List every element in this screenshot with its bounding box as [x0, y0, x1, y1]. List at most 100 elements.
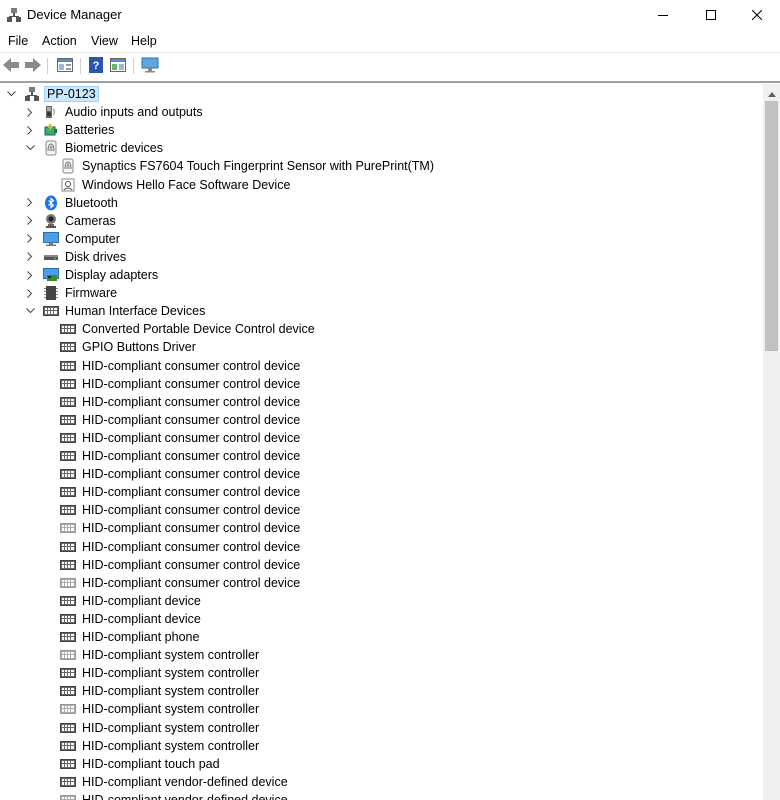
tree-device[interactable]: HID-compliant vendor-defined device — [60, 773, 290, 791]
properties-button[interactable] — [55, 56, 75, 76]
help-button[interactable]: ? — [86, 56, 106, 76]
back-button[interactable] — [1, 56, 21, 76]
hid-icon — [60, 557, 76, 573]
scroll-up-button[interactable] — [763, 84, 780, 101]
chevron-right-icon[interactable] — [23, 194, 37, 212]
show-hidden-button[interactable] — [108, 56, 128, 76]
tree-device[interactable]: HID-compliant device — [60, 592, 203, 610]
fingerprint-icon — [60, 158, 76, 174]
tree-device[interactable]: HID-compliant touch pad — [60, 755, 222, 773]
tree-device[interactable]: Converted Portable Device Control device — [60, 320, 317, 338]
tree-device[interactable]: HID-compliant consumer control device — [60, 447, 302, 465]
tree-root[interactable]: PP-0123 — [4, 85, 99, 103]
tree-category[interactable]: Bluetooth — [23, 194, 120, 212]
tree-device[interactable]: HID-compliant consumer control device — [60, 519, 302, 537]
minimize-button[interactable] — [640, 0, 686, 30]
chevron-right-icon[interactable] — [23, 284, 37, 302]
properties-icon — [57, 57, 73, 75]
tree-category[interactable]: Audio inputs and outputs — [23, 103, 205, 121]
toolbar-separator — [80, 58, 81, 74]
tree-item-label: Converted Portable Device Control device — [82, 322, 315, 337]
tree-device[interactable]: HID-compliant system controller — [60, 664, 261, 682]
hid-icon — [43, 303, 59, 319]
menu-action[interactable]: Action — [42, 34, 77, 48]
hid-disabled-icon — [60, 701, 76, 717]
hid-icon — [60, 466, 76, 482]
tree-device[interactable]: HID-compliant consumer control device — [60, 556, 302, 574]
chevron-right-icon[interactable] — [23, 266, 37, 284]
tree-device[interactable]: HID-compliant consumer control device — [60, 393, 302, 411]
chevron-right-icon[interactable] — [23, 230, 37, 248]
hid-icon — [60, 665, 76, 681]
scroll-thumb[interactable] — [765, 101, 778, 351]
menu-bar: File Action View Help — [0, 31, 780, 53]
tree-device[interactable]: HID-compliant system controller — [60, 646, 261, 664]
menu-file[interactable]: File — [8, 34, 28, 48]
chevron-right-icon[interactable] — [23, 248, 37, 266]
tree-category[interactable]: Firmware — [23, 284, 119, 302]
menu-help[interactable]: Help — [131, 34, 157, 48]
tree-device[interactable]: GPIO Buttons Driver — [60, 338, 198, 356]
tree-item-label: HID-compliant vendor-defined device — [82, 774, 288, 789]
hid-icon — [60, 593, 76, 609]
tree-item-label: HID-compliant consumer control device — [82, 412, 301, 427]
help-icon: ? — [89, 56, 103, 76]
tree-device[interactable]: HID-compliant system controller — [60, 719, 261, 737]
tree-border — [0, 81, 780, 83]
chevron-down-icon[interactable] — [23, 139, 37, 157]
tree-category[interactable]: Computer — [23, 230, 122, 248]
tree-item-label: Biometric devices — [65, 141, 163, 156]
tree-category[interactable]: Display adapters — [23, 266, 160, 284]
tree-category[interactable]: Cameras — [23, 212, 118, 230]
tree-device[interactable]: Synaptics FS7604 Touch Fingerprint Senso… — [60, 157, 436, 175]
tree-device[interactable]: HID-compliant consumer control device — [60, 501, 302, 519]
maximize-button[interactable] — [688, 0, 734, 30]
hid-icon — [60, 502, 76, 518]
tree-device[interactable]: HID-compliant consumer control device — [60, 574, 302, 592]
vertical-scrollbar[interactable] — [763, 84, 780, 800]
chevron-down-icon[interactable] — [4, 85, 18, 103]
chevron-down-icon[interactable] — [23, 302, 37, 320]
tree-item-label: Computer — [65, 231, 120, 246]
title-bar: Device Manager — [0, 0, 780, 30]
display-adapter-icon — [43, 267, 59, 283]
tree-device[interactable]: HID-compliant consumer control device — [60, 357, 302, 375]
tree-device[interactable]: HID-compliant system controller — [60, 700, 261, 718]
tree-device[interactable]: HID-compliant phone — [60, 628, 201, 646]
tree-category[interactable]: Disk drives — [23, 248, 128, 266]
window-title: Device Manager — [27, 7, 122, 22]
device-tree: PP-0123 Audio inputs and outputs Batterie… — [0, 84, 763, 800]
tree-item-label: HID-compliant consumer control device — [82, 557, 301, 572]
tree-category[interactable]: Human Interface Devices — [23, 302, 207, 320]
tree-device[interactable]: HID-compliant consumer control device — [60, 429, 302, 447]
close-button[interactable] — [734, 0, 780, 30]
tree-item-label: Batteries — [65, 123, 115, 138]
tree-device[interactable]: Windows Hello Face Software Device — [60, 176, 292, 194]
tree-device[interactable]: HID-compliant consumer control device — [60, 411, 302, 429]
tree-item-label: HID-compliant device — [82, 593, 201, 608]
tree-item-label: HID-compliant consumer control device — [82, 430, 301, 445]
tree-item-label: HID-compliant system controller — [82, 702, 260, 717]
tree-item-label: HID-compliant consumer control device — [82, 539, 301, 554]
chevron-right-icon[interactable] — [23, 121, 37, 139]
hid-icon — [60, 412, 76, 428]
hid-icon — [60, 611, 76, 627]
tree-device[interactable]: HID-compliant vendor-defined device — [60, 791, 290, 800]
tree-device[interactable]: HID-compliant consumer control device — [60, 375, 302, 393]
tree-item-label: HID-compliant system controller — [82, 666, 260, 681]
device-manager-icon — [6, 7, 22, 23]
forward-button[interactable] — [23, 56, 43, 76]
scan-hardware-button[interactable] — [140, 56, 160, 76]
tree-category[interactable]: Batteries — [23, 121, 116, 139]
tree-category[interactable]: Biometric devices — [23, 139, 165, 157]
tree-device[interactable]: HID-compliant consumer control device — [60, 465, 302, 483]
tree-device[interactable]: HID-compliant device — [60, 610, 203, 628]
tree-device[interactable]: HID-compliant consumer control device — [60, 538, 302, 556]
tree-root-label: PP-0123 — [44, 86, 99, 102]
tree-device[interactable]: HID-compliant system controller — [60, 737, 261, 755]
tree-device[interactable]: HID-compliant system controller — [60, 682, 261, 700]
menu-view[interactable]: View — [91, 34, 118, 48]
tree-device[interactable]: HID-compliant consumer control device — [60, 483, 302, 501]
chevron-right-icon[interactable] — [23, 212, 37, 230]
chevron-right-icon[interactable] — [23, 103, 37, 121]
